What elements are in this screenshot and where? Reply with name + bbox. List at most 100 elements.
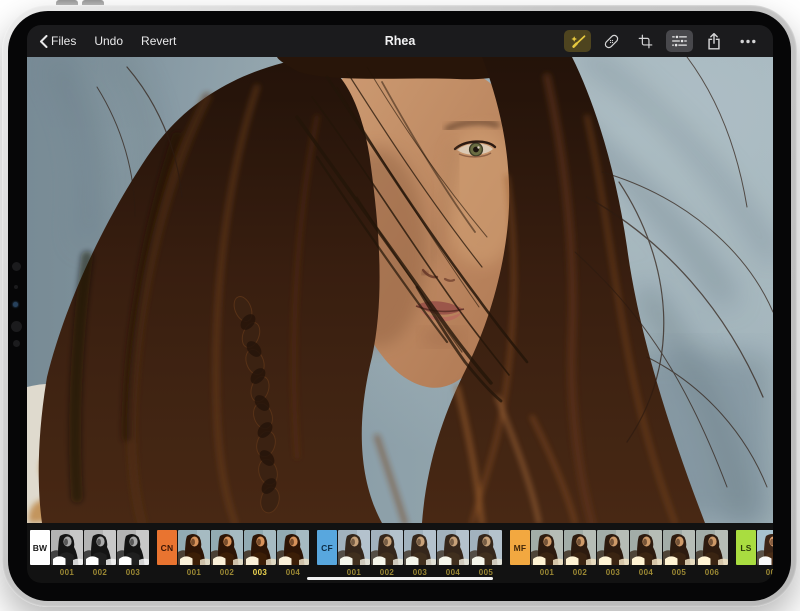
filter-thumb-cf-002[interactable]	[371, 530, 403, 565]
filter-filmstrip: BW001002003CN001002003004CF0010020030040…	[27, 523, 773, 583]
crop-icon	[638, 34, 653, 49]
filter-thumb-mf-002[interactable]	[564, 530, 596, 565]
filter-thumb-ls-001[interactable]	[757, 530, 773, 565]
filter-thumb-cf-004[interactable]	[437, 530, 469, 565]
filter-thumb-col: 001	[51, 530, 83, 577]
camera-sensor-icon	[12, 262, 21, 271]
filter-thumb-label: 005	[479, 568, 494, 577]
back-files-button[interactable]: Files	[39, 34, 76, 48]
filter-thumb-mf-006[interactable]	[696, 530, 728, 565]
filter-thumb-col: 002	[371, 530, 403, 577]
revert-button[interactable]: Revert	[141, 34, 176, 48]
filmstrip-track: BW001002003CN001002003004CF0010020030040…	[30, 530, 773, 577]
filter-group-cf: CF 001 002 003 004 005	[317, 530, 503, 577]
camera-sensor-icon	[14, 285, 18, 289]
files-label: Files	[51, 34, 76, 48]
filmstrip-scrollbar[interactable]	[307, 577, 493, 580]
photo-canvas[interactable]	[27, 57, 773, 523]
filter-thumb-cf-001[interactable]	[338, 530, 370, 565]
ellipsis-icon	[740, 39, 756, 44]
bandage-icon	[603, 33, 620, 50]
filter-thumb-col: 003	[404, 530, 436, 577]
share-button[interactable]	[700, 30, 727, 52]
filter-group-tile-bw[interactable]: BW	[30, 530, 50, 565]
filter-thumb-col: 005	[470, 530, 502, 577]
toolbar-left-group: Files Undo Revert	[39, 34, 176, 48]
camera-sensor-icon	[11, 321, 22, 332]
undo-label: Undo	[94, 34, 123, 48]
filter-thumb-label: 001	[540, 568, 555, 577]
adjustments-button[interactable]	[666, 30, 693, 52]
filter-thumb-label: 001	[347, 568, 362, 577]
filter-group-tile-ls[interactable]: LS	[736, 530, 756, 565]
heal-button[interactable]	[598, 30, 625, 52]
filter-thumb-label: 006	[705, 568, 720, 577]
filter-group-cn: CN 001 002 003 004	[157, 530, 310, 577]
filter-group-header-col: LS	[736, 530, 756, 565]
filter-thumb-col: 004	[630, 530, 662, 577]
filter-thumb-col: 001	[338, 530, 370, 577]
filter-thumb-mf-004[interactable]	[630, 530, 662, 565]
filter-thumb-label: 003	[253, 568, 268, 577]
filter-thumb-col: 003	[244, 530, 276, 577]
filter-thumb-col: 004	[437, 530, 469, 577]
filter-group-header-col: MF	[510, 530, 530, 565]
filter-thumb-label: 001	[60, 568, 75, 577]
filter-thumb-label: 003	[413, 568, 428, 577]
filter-thumb-col: 003	[117, 530, 149, 577]
app-screen: Files Undo Revert Rhea	[27, 25, 773, 583]
filter-group-tile-cn[interactable]: CN	[157, 530, 177, 565]
filter-thumb-mf-001[interactable]	[531, 530, 563, 565]
filter-thumb-label: 002	[93, 568, 108, 577]
filter-thumb-mf-003[interactable]	[597, 530, 629, 565]
filters-wand-icon	[569, 34, 587, 49]
filter-group-bw: BW 001 002 003	[30, 530, 150, 577]
filter-thumb-col: 002	[84, 530, 116, 577]
filter-thumb-bw-002[interactable]	[84, 530, 116, 565]
share-icon	[707, 33, 721, 50]
filter-thumb-cn-001[interactable]	[178, 530, 210, 565]
filter-thumb-label: 004	[639, 568, 654, 577]
filter-thumb-label: 002	[380, 568, 395, 577]
filter-thumb-bw-003[interactable]	[117, 530, 149, 565]
more-button[interactable]	[734, 30, 761, 52]
camera-sensor-icon	[13, 340, 20, 347]
filter-thumb-label: 003	[126, 568, 141, 577]
portrait-photo	[27, 57, 773, 523]
filter-thumb-cf-003[interactable]	[404, 530, 436, 565]
chevron-left-icon	[39, 35, 48, 48]
filter-thumb-cf-005[interactable]	[470, 530, 502, 565]
filter-group-tile-mf[interactable]: MF	[510, 530, 530, 565]
front-camera-icon	[13, 302, 18, 307]
filter-thumb-col: 005	[663, 530, 695, 577]
filter-thumb-label: 002	[573, 568, 588, 577]
filter-thumb-label: 003	[606, 568, 621, 577]
filter-thumb-col: 001	[757, 530, 773, 577]
filter-thumb-col: 004	[277, 530, 309, 577]
filter-group-header-col: CN	[157, 530, 177, 565]
undo-button[interactable]: Undo	[94, 34, 123, 48]
toolbar-right-group	[564, 30, 761, 52]
filter-thumb-cn-004[interactable]	[277, 530, 309, 565]
revert-label: Revert	[141, 34, 176, 48]
filter-group-tile-cf[interactable]: CF	[317, 530, 337, 565]
filters-button[interactable]	[564, 30, 591, 52]
filter-thumb-label: 005	[672, 568, 687, 577]
filter-thumb-col: 001	[178, 530, 210, 577]
filter-thumb-label: 001	[187, 568, 202, 577]
filter-thumb-cn-002[interactable]	[211, 530, 243, 565]
filter-group-header-col: CF	[317, 530, 337, 565]
filter-thumb-label: 002	[220, 568, 235, 577]
device-bezel: Files Undo Revert Rhea	[8, 11, 791, 601]
filter-thumb-cn-003[interactable]	[244, 530, 276, 565]
crop-button[interactable]	[632, 30, 659, 52]
filter-thumb-bw-001[interactable]	[51, 530, 83, 565]
device-frame: Files Undo Revert Rhea	[2, 5, 797, 607]
ipad-device: Files Undo Revert Rhea	[0, 0, 800, 611]
filter-thumb-label: 001	[766, 568, 773, 577]
sliders-icon	[671, 34, 688, 48]
filter-thumb-mf-005[interactable]	[663, 530, 695, 565]
filter-thumb-col: 001	[531, 530, 563, 577]
filter-thumb-label: 004	[446, 568, 461, 577]
filter-thumb-col: 002	[564, 530, 596, 577]
